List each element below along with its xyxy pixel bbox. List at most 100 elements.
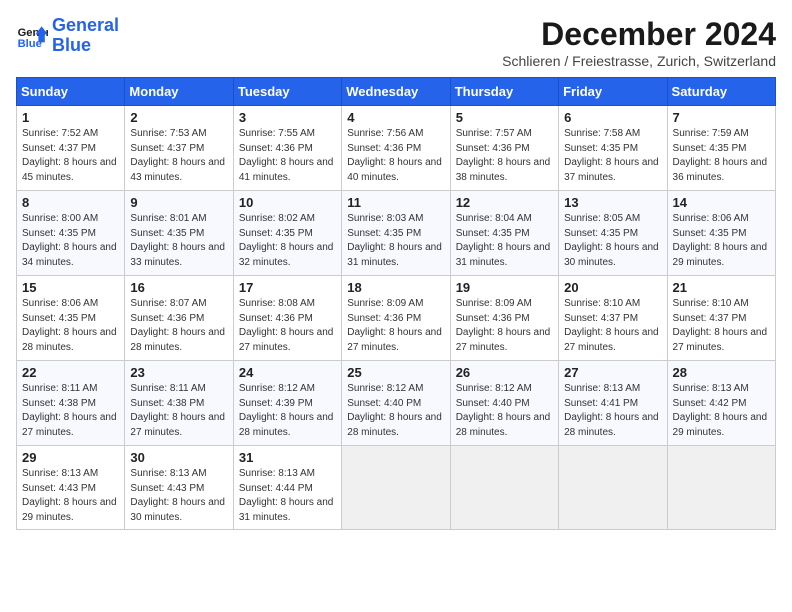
- day-number: 8: [22, 195, 119, 210]
- day-info: Sunrise: 8:10 AM Sunset: 4:37 PM Dayligh…: [564, 297, 661, 355]
- day-number: 31: [239, 450, 336, 465]
- day-info: Sunrise: 8:04 AM Sunset: 4:35 PM Dayligh…: [456, 212, 553, 270]
- day-number: 18: [347, 280, 444, 295]
- day-number: 30: [130, 450, 227, 465]
- calendar-cell: 4 Sunrise: 7:56 AM Sunset: 4:36 PM Dayli…: [342, 106, 450, 191]
- calendar-cell: 26 Sunrise: 8:12 AM Sunset: 4:40 PM Dayl…: [450, 361, 558, 446]
- calendar-cell: 1 Sunrise: 7:52 AM Sunset: 4:37 PM Dayli…: [17, 106, 125, 191]
- day-number: 14: [673, 195, 770, 210]
- day-info: Sunrise: 8:03 AM Sunset: 4:35 PM Dayligh…: [347, 212, 444, 270]
- day-info: Sunrise: 8:05 AM Sunset: 4:35 PM Dayligh…: [564, 212, 661, 270]
- day-header-tuesday: Tuesday: [233, 78, 341, 106]
- calendar-cell: 24 Sunrise: 8:12 AM Sunset: 4:39 PM Dayl…: [233, 361, 341, 446]
- calendar-cell: 30 Sunrise: 8:13 AM Sunset: 4:43 PM Dayl…: [125, 446, 233, 530]
- day-header-friday: Friday: [559, 78, 667, 106]
- day-header-saturday: Saturday: [667, 78, 775, 106]
- calendar-cell: 29 Sunrise: 8:13 AM Sunset: 4:43 PM Dayl…: [17, 446, 125, 530]
- day-header-monday: Monday: [125, 78, 233, 106]
- location-subtitle: Schlieren / Freiestrasse, Zurich, Switze…: [502, 53, 776, 69]
- day-info: Sunrise: 7:56 AM Sunset: 4:36 PM Dayligh…: [347, 127, 444, 185]
- day-number: 7: [673, 110, 770, 125]
- day-number: 24: [239, 365, 336, 380]
- day-info: Sunrise: 8:07 AM Sunset: 4:36 PM Dayligh…: [130, 297, 227, 355]
- day-info: Sunrise: 8:00 AM Sunset: 4:35 PM Dayligh…: [22, 212, 119, 270]
- day-number: 22: [22, 365, 119, 380]
- logo-blue: Blue: [52, 35, 91, 55]
- day-header-thursday: Thursday: [450, 78, 558, 106]
- day-info: Sunrise: 8:11 AM Sunset: 4:38 PM Dayligh…: [22, 382, 119, 440]
- day-info: Sunrise: 8:08 AM Sunset: 4:36 PM Dayligh…: [239, 297, 336, 355]
- calendar-cell: [667, 446, 775, 530]
- day-number: 17: [239, 280, 336, 295]
- day-number: 2: [130, 110, 227, 125]
- calendar-cell: 17 Sunrise: 8:08 AM Sunset: 4:36 PM Dayl…: [233, 276, 341, 361]
- calendar-cell: 21 Sunrise: 8:10 AM Sunset: 4:37 PM Dayl…: [667, 276, 775, 361]
- day-info: Sunrise: 8:09 AM Sunset: 4:36 PM Dayligh…: [456, 297, 553, 355]
- page-header: General Blue GeneralBlue December 2024 S…: [16, 16, 776, 69]
- day-number: 25: [347, 365, 444, 380]
- day-number: 15: [22, 280, 119, 295]
- day-number: 3: [239, 110, 336, 125]
- calendar-header-row: SundayMondayTuesdayWednesdayThursdayFrid…: [17, 78, 776, 106]
- day-info: Sunrise: 8:02 AM Sunset: 4:35 PM Dayligh…: [239, 212, 336, 270]
- day-number: 6: [564, 110, 661, 125]
- day-info: Sunrise: 7:58 AM Sunset: 4:35 PM Dayligh…: [564, 127, 661, 185]
- calendar-cell: 5 Sunrise: 7:57 AM Sunset: 4:36 PM Dayli…: [450, 106, 558, 191]
- calendar-cell: 28 Sunrise: 8:13 AM Sunset: 4:42 PM Dayl…: [667, 361, 775, 446]
- calendar-cell: [559, 446, 667, 530]
- day-info: Sunrise: 8:13 AM Sunset: 4:42 PM Dayligh…: [673, 382, 770, 440]
- calendar-cell: 2 Sunrise: 7:53 AM Sunset: 4:37 PM Dayli…: [125, 106, 233, 191]
- day-number: 12: [456, 195, 553, 210]
- day-info: Sunrise: 8:13 AM Sunset: 4:41 PM Dayligh…: [564, 382, 661, 440]
- day-info: Sunrise: 7:53 AM Sunset: 4:37 PM Dayligh…: [130, 127, 227, 185]
- day-info: Sunrise: 7:59 AM Sunset: 4:35 PM Dayligh…: [673, 127, 770, 185]
- day-info: Sunrise: 8:09 AM Sunset: 4:36 PM Dayligh…: [347, 297, 444, 355]
- day-info: Sunrise: 7:57 AM Sunset: 4:36 PM Dayligh…: [456, 127, 553, 185]
- calendar-table: SundayMondayTuesdayWednesdayThursdayFrid…: [16, 77, 776, 530]
- day-info: Sunrise: 8:10 AM Sunset: 4:37 PM Dayligh…: [673, 297, 770, 355]
- day-info: Sunrise: 8:13 AM Sunset: 4:43 PM Dayligh…: [22, 467, 119, 525]
- calendar-cell: 18 Sunrise: 8:09 AM Sunset: 4:36 PM Dayl…: [342, 276, 450, 361]
- day-number: 10: [239, 195, 336, 210]
- calendar-cell: 3 Sunrise: 7:55 AM Sunset: 4:36 PM Dayli…: [233, 106, 341, 191]
- day-info: Sunrise: 8:01 AM Sunset: 4:35 PM Dayligh…: [130, 212, 227, 270]
- calendar-cell: [342, 446, 450, 530]
- day-number: 29: [22, 450, 119, 465]
- calendar-cell: 19 Sunrise: 8:09 AM Sunset: 4:36 PM Dayl…: [450, 276, 558, 361]
- calendar-cell: 23 Sunrise: 8:11 AM Sunset: 4:38 PM Dayl…: [125, 361, 233, 446]
- day-info: Sunrise: 8:11 AM Sunset: 4:38 PM Dayligh…: [130, 382, 227, 440]
- calendar-week-3: 15 Sunrise: 8:06 AM Sunset: 4:35 PM Dayl…: [17, 276, 776, 361]
- calendar-cell: 25 Sunrise: 8:12 AM Sunset: 4:40 PM Dayl…: [342, 361, 450, 446]
- title-block: December 2024 Schlieren / Freiestrasse, …: [502, 16, 776, 69]
- day-number: 28: [673, 365, 770, 380]
- day-info: Sunrise: 8:12 AM Sunset: 4:40 PM Dayligh…: [456, 382, 553, 440]
- day-number: 13: [564, 195, 661, 210]
- calendar-cell: 12 Sunrise: 8:04 AM Sunset: 4:35 PM Dayl…: [450, 191, 558, 276]
- calendar-cell: 13 Sunrise: 8:05 AM Sunset: 4:35 PM Dayl…: [559, 191, 667, 276]
- day-number: 4: [347, 110, 444, 125]
- day-info: Sunrise: 8:12 AM Sunset: 4:39 PM Dayligh…: [239, 382, 336, 440]
- day-number: 16: [130, 280, 227, 295]
- calendar-cell: 16 Sunrise: 8:07 AM Sunset: 4:36 PM Dayl…: [125, 276, 233, 361]
- logo: General Blue GeneralBlue: [16, 16, 119, 56]
- calendar-cell: 7 Sunrise: 7:59 AM Sunset: 4:35 PM Dayli…: [667, 106, 775, 191]
- day-header-sunday: Sunday: [17, 78, 125, 106]
- day-number: 26: [456, 365, 553, 380]
- day-number: 5: [456, 110, 553, 125]
- day-info: Sunrise: 8:06 AM Sunset: 4:35 PM Dayligh…: [673, 212, 770, 270]
- calendar-cell: [450, 446, 558, 530]
- calendar-week-4: 22 Sunrise: 8:11 AM Sunset: 4:38 PM Dayl…: [17, 361, 776, 446]
- calendar-week-2: 8 Sunrise: 8:00 AM Sunset: 4:35 PM Dayli…: [17, 191, 776, 276]
- day-number: 27: [564, 365, 661, 380]
- day-info: Sunrise: 8:06 AM Sunset: 4:35 PM Dayligh…: [22, 297, 119, 355]
- calendar-cell: 15 Sunrise: 8:06 AM Sunset: 4:35 PM Dayl…: [17, 276, 125, 361]
- day-number: 9: [130, 195, 227, 210]
- calendar-cell: 10 Sunrise: 8:02 AM Sunset: 4:35 PM Dayl…: [233, 191, 341, 276]
- day-info: Sunrise: 7:52 AM Sunset: 4:37 PM Dayligh…: [22, 127, 119, 185]
- calendar-cell: 22 Sunrise: 8:11 AM Sunset: 4:38 PM Dayl…: [17, 361, 125, 446]
- calendar-cell: 9 Sunrise: 8:01 AM Sunset: 4:35 PM Dayli…: [125, 191, 233, 276]
- calendar-cell: 11 Sunrise: 8:03 AM Sunset: 4:35 PM Dayl…: [342, 191, 450, 276]
- calendar-cell: 27 Sunrise: 8:13 AM Sunset: 4:41 PM Dayl…: [559, 361, 667, 446]
- day-header-wednesday: Wednesday: [342, 78, 450, 106]
- calendar-cell: 8 Sunrise: 8:00 AM Sunset: 4:35 PM Dayli…: [17, 191, 125, 276]
